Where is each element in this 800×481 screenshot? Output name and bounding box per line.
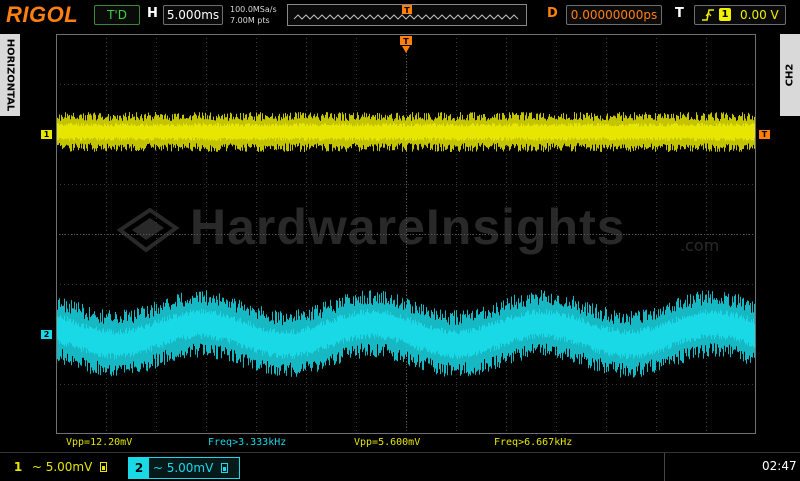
ch1-offset-marker[interactable]: 1 — [41, 130, 52, 139]
timebase-value: 5.000ms — [166, 8, 220, 22]
ch2-number: 2 — [129, 458, 149, 478]
ch1-vpp-measurement-2: Vpp=5.600mV — [354, 437, 421, 448]
trigger-level: 0.00 V — [740, 8, 779, 22]
trigger-letter: T — [675, 6, 684, 21]
bottom-channel-bar: 1 ~ 5.00mV 2 ~ 5.00mV 02:47 — [0, 452, 800, 481]
waveform-display[interactable] — [56, 34, 756, 434]
memory-zigzag-icon: T — [293, 5, 519, 20]
ch1-vpp-measurement: Vpp=12.20mV — [66, 437, 133, 448]
ch2-freq-measurement: Freq>3.333kHz — [208, 437, 287, 448]
ch1-coupling-icon — [100, 462, 108, 472]
horizontal-letter: H — [147, 6, 158, 21]
horizontal-tab-label: HORIZONTAL — [4, 38, 16, 112]
ch2-marker-label: 2 — [43, 330, 50, 339]
delay-value: 0.00000000ps — [570, 8, 658, 22]
trigger-source-badge: 1 — [719, 8, 731, 21]
rising-edge-icon — [702, 9, 714, 21]
ch2-offset-marker[interactable]: 2 — [41, 330, 52, 339]
ch2-scale: ~ 5.00mV — [152, 461, 214, 475]
svg-text:T: T — [404, 6, 410, 15]
ch1-button[interactable]: 1 ~ 5.00mV — [8, 457, 120, 479]
run-state-label: T'D — [107, 8, 127, 22]
rigol-logo: RIGOL — [6, 2, 79, 27]
graticule — [56, 34, 756, 434]
measurement-bar: Vpp=12.20mV Freq>3.333kHz Vpp=5.600mV Fr… — [0, 436, 800, 450]
ch1-marker-label: 1 — [43, 130, 50, 139]
horizontal-tab[interactable]: HORIZONTAL — [0, 34, 20, 116]
ch1-scale: ~ 5.00mV — [31, 460, 93, 474]
sample-rate: 100.0MSa/s — [230, 5, 277, 14]
clock: 02:47 — [762, 459, 797, 473]
trigger-level-marker-label: T — [761, 130, 768, 139]
bottom-divider — [664, 453, 665, 481]
trigger-position-marker[interactable]: T — [400, 36, 412, 54]
ch2-button[interactable]: 2 ~ 5.00mV — [128, 457, 240, 479]
trigger-level-marker[interactable]: T — [759, 130, 770, 139]
top-status-bar: RIGOL T'D H 5.000ms 100.0MSa/s 7.00M pts… — [0, 0, 800, 30]
delay-letter: D — [547, 6, 558, 21]
ch1-number: 1 — [13, 460, 23, 474]
svg-text:T: T — [403, 37, 409, 46]
ch2-coupling-icon — [221, 463, 229, 473]
ch1-freq-measurement: Freq>6.667kHz — [494, 437, 573, 448]
delay-field[interactable]: 0.00000000ps — [566, 5, 662, 25]
memory-depth: 7.00M pts — [230, 16, 270, 25]
ch2-tab[interactable]: CH2 — [780, 34, 800, 116]
ch2-tab-label: CH2 — [784, 63, 796, 87]
memory-position-strip[interactable]: T — [287, 4, 527, 26]
run-state-button[interactable]: T'D — [94, 5, 140, 25]
timebase-field[interactable]: 5.000ms — [163, 5, 223, 25]
